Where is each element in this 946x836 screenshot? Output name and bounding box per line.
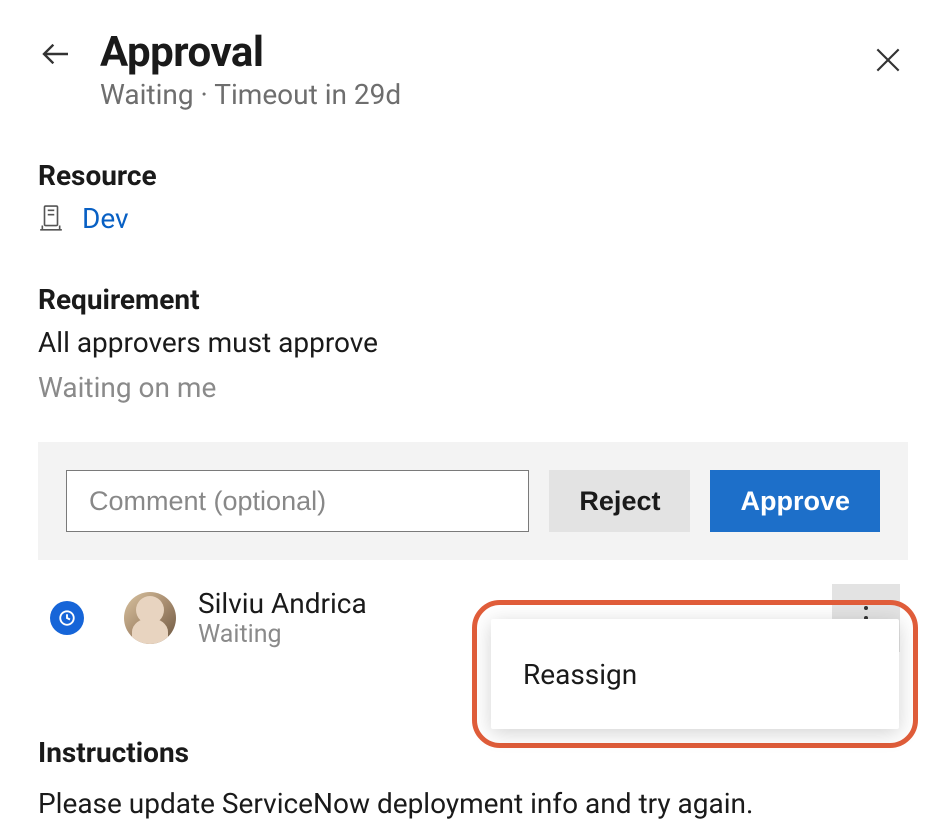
requirement-section: Requirement All approvers must approve W… bbox=[38, 283, 908, 404]
action-panel: Reject Approve bbox=[38, 442, 908, 560]
resource-row: Dev bbox=[38, 202, 908, 235]
separator: · bbox=[194, 78, 215, 111]
waiting-status-badge bbox=[50, 601, 84, 635]
timeout-text: Timeout in 29d bbox=[214, 78, 401, 111]
requirement-text: All approvers must approve bbox=[38, 326, 908, 359]
back-button[interactable] bbox=[38, 36, 74, 72]
instructions-section: Instructions Please update ServiceNow de… bbox=[38, 736, 908, 820]
comment-input[interactable] bbox=[66, 470, 529, 532]
page-title: Approval bbox=[100, 30, 401, 76]
arrow-left-icon bbox=[40, 38, 72, 70]
title-block: Approval Waiting · Timeout in 29d bbox=[100, 30, 401, 111]
approve-button[interactable]: Approve bbox=[710, 470, 880, 532]
reject-button[interactable]: Reject bbox=[549, 470, 690, 532]
panel-header: Approval Waiting · Timeout in 29d bbox=[38, 30, 908, 111]
page-subtitle: Waiting · Timeout in 29d bbox=[100, 78, 401, 111]
resource-link[interactable]: Dev bbox=[82, 202, 129, 235]
menu-item-reassign[interactable]: Reassign bbox=[523, 658, 637, 691]
approver-name: Silviu Andrica bbox=[198, 587, 810, 620]
server-icon bbox=[38, 203, 64, 235]
instructions-text: Please update ServiceNow deployment info… bbox=[38, 787, 908, 820]
header-left: Approval Waiting · Timeout in 29d bbox=[38, 30, 401, 111]
context-menu: Reassign bbox=[491, 619, 899, 729]
approver-avatar bbox=[124, 592, 176, 644]
resource-section: Resource Dev bbox=[38, 159, 908, 235]
close-button[interactable] bbox=[868, 40, 908, 80]
waiting-on-text: Waiting on me bbox=[38, 371, 908, 404]
clock-icon bbox=[58, 609, 76, 627]
close-icon bbox=[872, 44, 904, 76]
resource-label: Resource bbox=[38, 159, 908, 192]
requirement-label: Requirement bbox=[38, 283, 908, 316]
highlight-annotation: Reassign bbox=[472, 600, 918, 748]
instructions-label: Instructions bbox=[38, 736, 908, 769]
status-text: Waiting bbox=[100, 78, 194, 111]
